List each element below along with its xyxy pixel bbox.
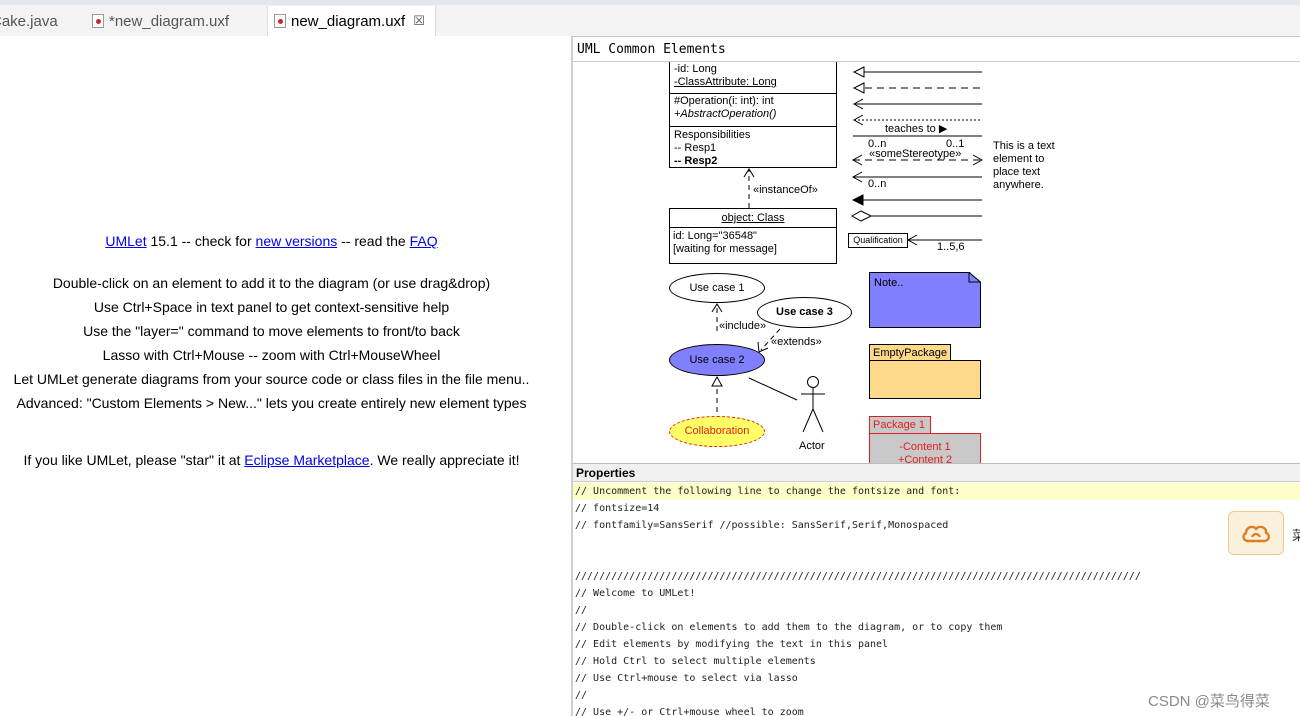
empty-package-tab[interactable]: EmptyPackage	[869, 344, 951, 361]
text-element[interactable]: This is a text element to place text any…	[993, 140, 1073, 192]
property-line[interactable]	[573, 551, 1300, 568]
property-line[interactable]: // Double-click on elements to add them …	[573, 619, 1300, 636]
actor-icon	[801, 376, 825, 433]
star-prefix: If you like UMLet, please "star" it at	[23, 452, 245, 468]
instanceof-label: «instanceOf»	[753, 184, 818, 196]
text-line: element to	[993, 153, 1045, 165]
text-line: place text	[993, 166, 1041, 178]
eclipse-marketplace-link[interactable]: Eclipse Marketplace	[244, 452, 369, 468]
class-responsibilities: Responsibilities -- Resp1 -- Resp2	[670, 127, 836, 170]
read-text: -- read the	[337, 233, 410, 249]
tip-line: Lasso with Ctrl+Mouse -- zoom with Ctrl+…	[102, 347, 441, 363]
property-line[interactable]: // Welcome to UMLet!	[573, 585, 1300, 602]
text-line: This is a text	[993, 140, 1055, 152]
qualification-multiplicity: 1..5,6	[937, 241, 965, 253]
qualification-box[interactable]: Qualification	[848, 233, 908, 248]
property-line[interactable]: // Edit elements by modifying the text i…	[573, 636, 1300, 653]
tab-label: *new_diagram.uxf	[109, 12, 230, 30]
include-label: «include»	[719, 320, 767, 332]
property-line[interactable]: // fontfamily=SansSerif //possible: Sans…	[573, 517, 1300, 534]
property-line[interactable]: // Hold Ctrl to select multiple elements	[573, 653, 1300, 670]
property-line[interactable]: //	[573, 602, 1300, 619]
text-line: anywhere.	[993, 179, 1044, 191]
note-corner-fold	[968, 272, 981, 283]
object-title: object: Class	[670, 209, 836, 228]
use-case-3[interactable]: Use case 3	[757, 297, 852, 328]
package-content: +Content 2	[897, 454, 953, 463]
uxf-file-icon	[274, 14, 286, 28]
class-operations: #Operation(i: int): int +AbstractOperati…	[670, 94, 836, 127]
multiplicity-bottom: 0..n	[868, 178, 887, 190]
properties-editor[interactable]: // Uncomment the following line to chang…	[573, 482, 1300, 716]
tab-label: Cake.java	[0, 12, 58, 30]
teaches-label[interactable]: teaches to ▶	[885, 123, 947, 136]
faq-link[interactable]: FAQ	[410, 233, 438, 249]
tab-cake-java[interactable]: Cake.java	[0, 6, 58, 36]
class-attributes: -id: Long -ClassAttribute: Long	[670, 62, 836, 94]
umlet-link[interactable]: UMLet	[105, 233, 146, 249]
property-line[interactable]: // Use Ctrl+mouse to select via lasso	[573, 670, 1300, 687]
use-case-2[interactable]: Use case 2	[669, 344, 765, 376]
editor-tab-bar: Cake.java *new_diagram.uxf new_diagram.u…	[0, 0, 1300, 36]
tip-line: Advanced: "Custom Elements > New..." let…	[16, 395, 527, 411]
class-element[interactable]: -id: Long -ClassAttribute: Long #Operati…	[669, 62, 837, 168]
side-widget-edge-text[interactable]: 菜	[1292, 525, 1300, 544]
palette-panel: UML Common Elements -id: Long -ClassAttr…	[573, 36, 1300, 463]
object-element[interactable]: object: Class id: Long="36548" [waiting …	[669, 208, 837, 264]
star-suffix: . We really appreciate it!	[369, 452, 520, 468]
resp-item-bold: -- Resp2	[674, 155, 718, 167]
cloud-icon	[1242, 525, 1270, 543]
operation: #Operation(i: int): int	[674, 95, 774, 107]
tip-line: Use the "layer=" command to move element…	[83, 323, 460, 339]
properties-title: Properties	[573, 463, 1300, 482]
resp-item: -- Resp1	[674, 142, 717, 154]
actor-association	[748, 377, 798, 401]
tip-line: Use Ctrl+Space in text panel to get cont…	[93, 299, 450, 315]
cloud-widget[interactable]	[1228, 511, 1284, 555]
watermark: CSDN @菜鸟得菜	[1148, 693, 1270, 710]
actor-label[interactable]: Actor	[799, 440, 825, 453]
tab-label: new_diagram.uxf	[291, 12, 406, 30]
version-text: 15.1 -- check for	[146, 233, 256, 249]
package-1-tab[interactable]: Package 1	[869, 416, 931, 434]
attribute-id: -id: Long	[674, 63, 717, 75]
use-case-1[interactable]: Use case 1	[669, 273, 765, 303]
empty-package-body[interactable]	[869, 360, 981, 399]
close-tab-icon[interactable]: ☒	[413, 13, 425, 29]
object-line: id: Long="36548"	[673, 230, 757, 242]
property-line[interactable]: // Uncomment the following line to chang…	[573, 483, 1300, 500]
package-content: -Content 1	[899, 441, 951, 453]
teaches-text: teaches to	[885, 123, 936, 135]
welcome-panel: UMLet 15.1 -- check for new versions -- …	[0, 36, 571, 716]
play-triangle-icon: ▶	[938, 123, 948, 135]
abstract-operation: +AbstractOperation()	[674, 108, 777, 120]
new-versions-link[interactable]: new versions	[256, 233, 338, 249]
tip-line: Double-click on an element to add it to …	[52, 275, 491, 291]
package-1-body[interactable]: -Content 1 +Content 2	[869, 433, 981, 463]
collaboration-element[interactable]: Collaboration	[669, 416, 765, 447]
object-line: [waiting for message]	[673, 243, 777, 255]
responsibilities-label: Responsibilities	[674, 129, 751, 141]
tab-new-diagram-active[interactable]: new_diagram.uxf ☒	[267, 6, 436, 36]
tab-new-diagram-modified[interactable]: *new_diagram.uxf	[92, 6, 229, 36]
uxf-file-icon	[92, 14, 104, 28]
property-line[interactable]: ////////////////////////////////////////…	[573, 568, 1300, 585]
property-line[interactable]	[573, 534, 1300, 551]
star-line: If you like UMLet, please "star" it at E…	[0, 452, 543, 468]
attribute-static: -ClassAttribute: Long	[674, 76, 777, 88]
object-body: id: Long="36548" [waiting for message]	[670, 228, 836, 258]
version-line: UMLet 15.1 -- check for new versions -- …	[0, 233, 543, 249]
extends-label: «extends»	[771, 336, 822, 348]
property-line[interactable]: // fontsize=14	[573, 500, 1300, 517]
tip-line: Let UMLet generate diagrams from your so…	[13, 371, 530, 387]
stereotype-label[interactable]: «someStereotype»	[869, 148, 961, 161]
